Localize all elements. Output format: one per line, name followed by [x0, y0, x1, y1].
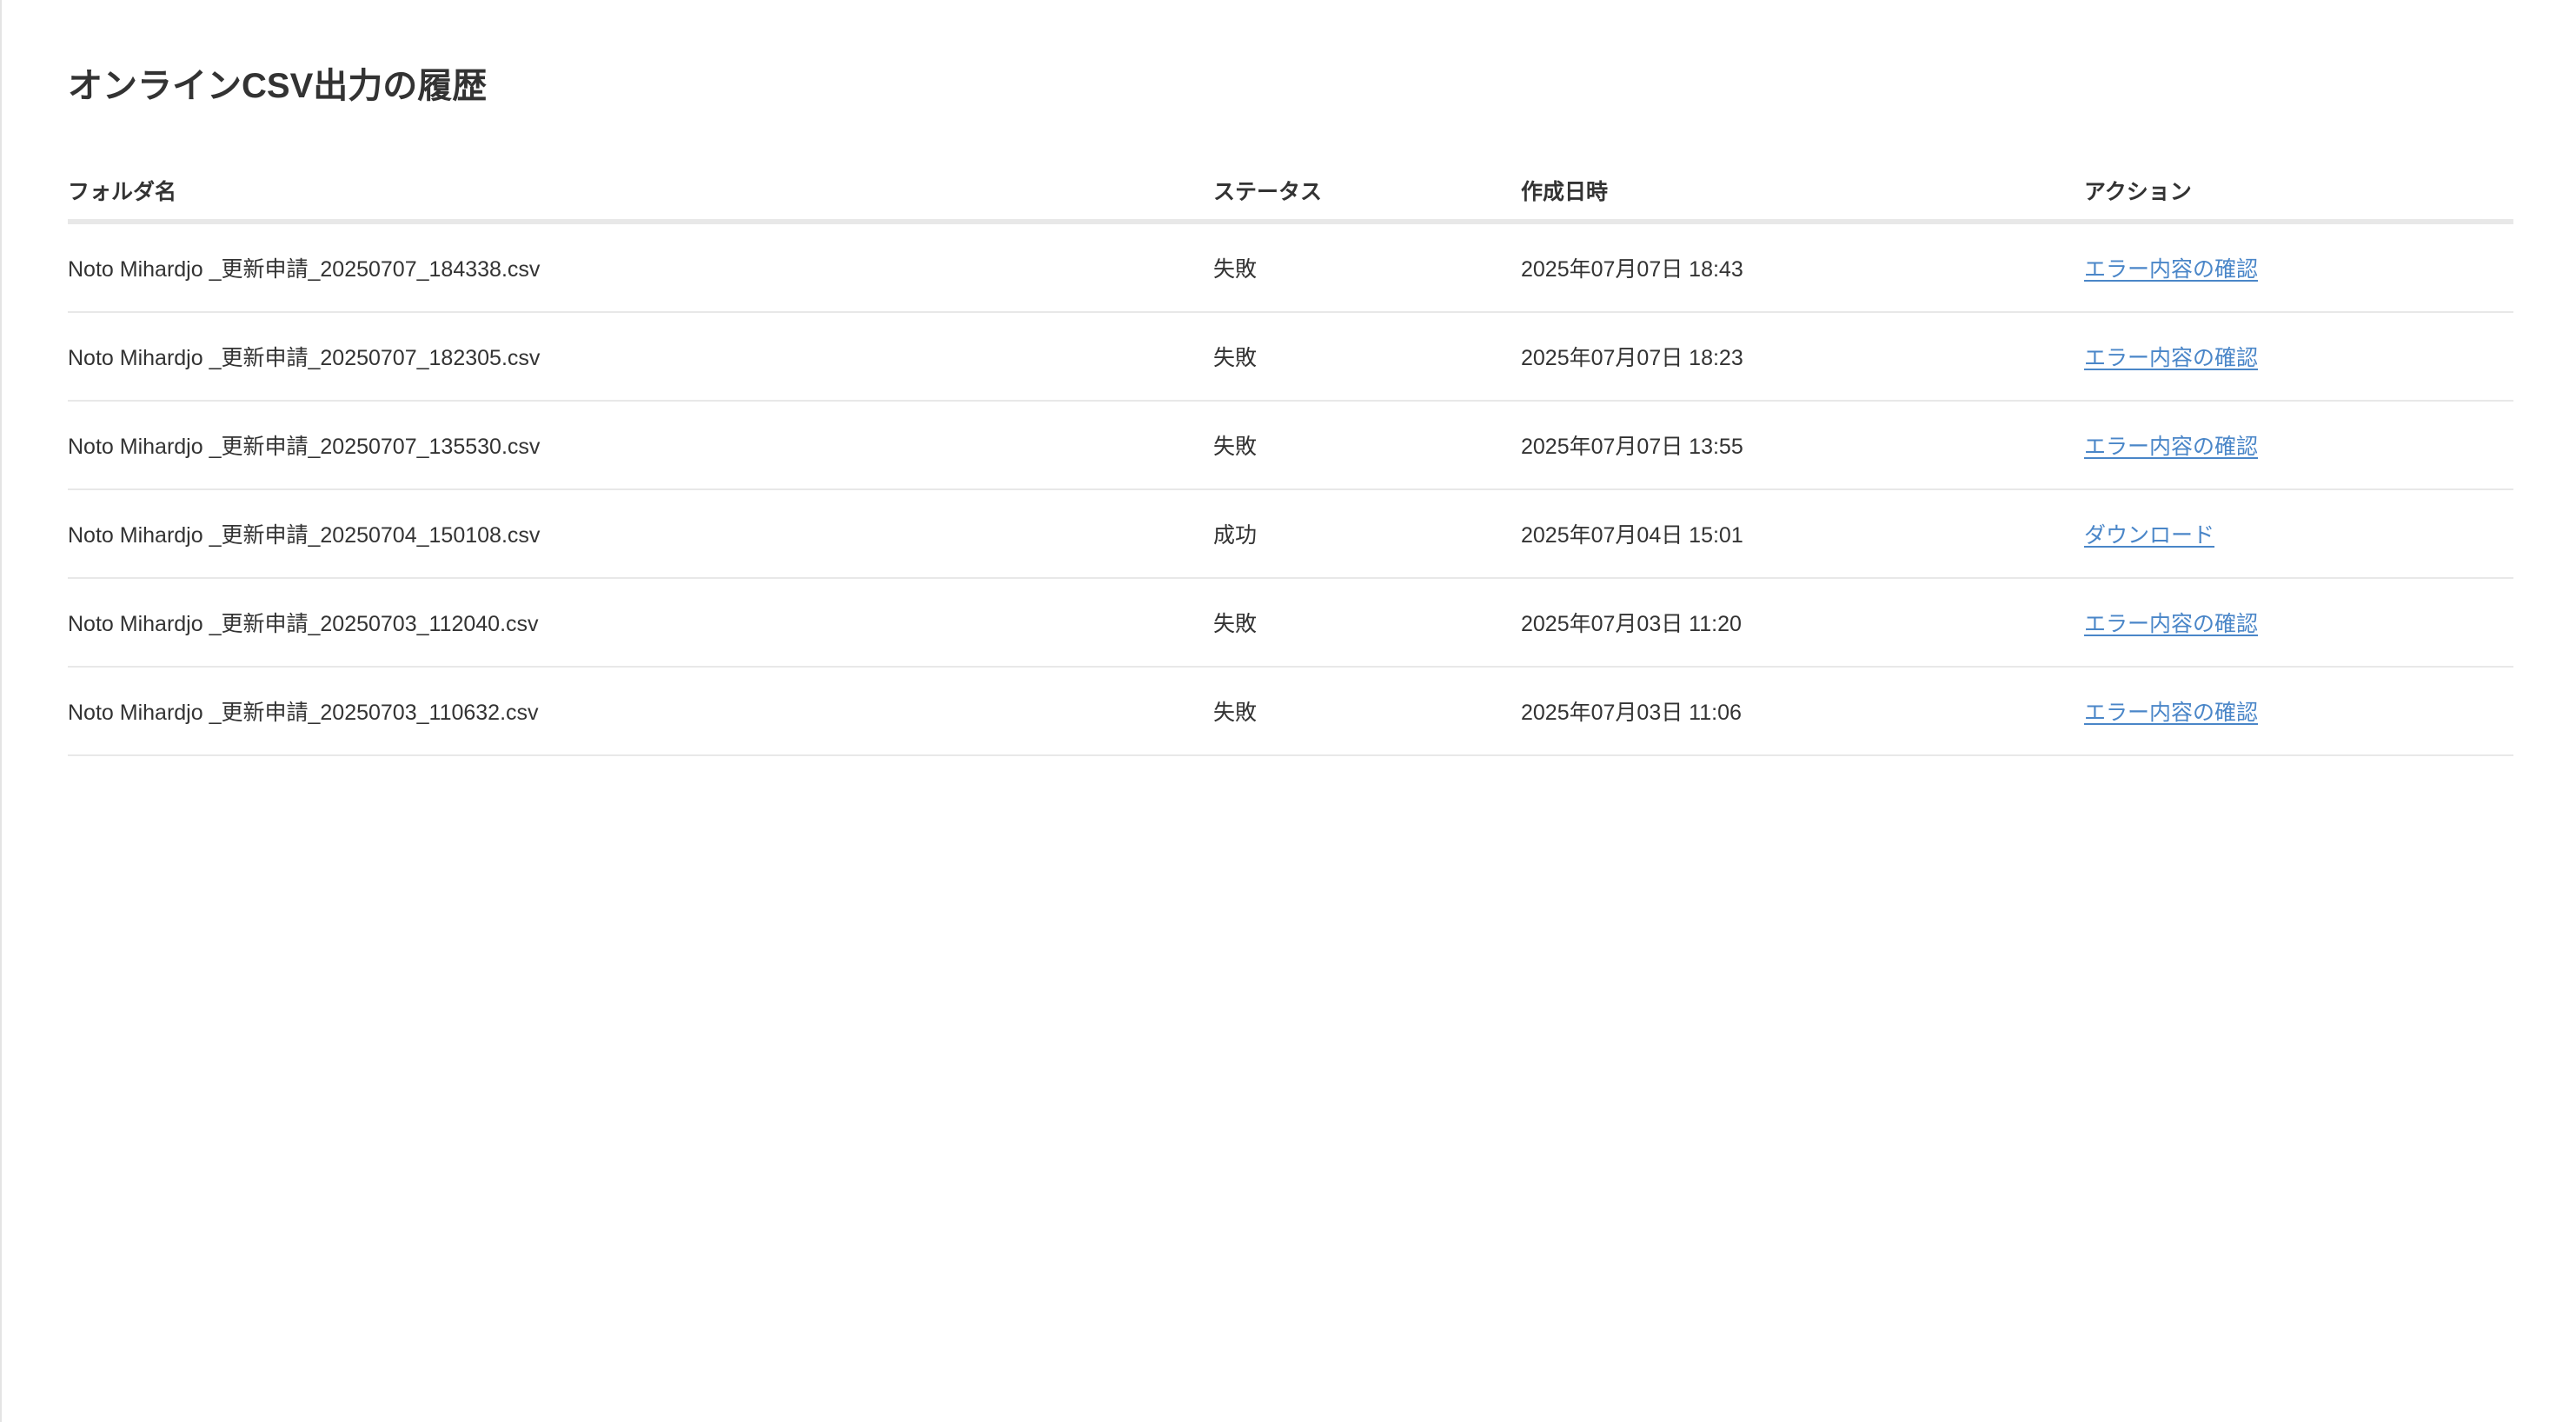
csv-history-table: フォルダ名 ステータス 作成日時 アクション Noto Mihardjo _更新… — [68, 162, 2513, 756]
table-row: Noto Mihardjo _更新申請_20250703_112040.csv … — [68, 578, 2513, 668]
column-header-status: ステータス — [1213, 162, 1521, 224]
table-body: Noto Mihardjo _更新申請_20250707_184338.csv … — [68, 222, 2513, 756]
action-cell: ダウンロード — [2084, 489, 2513, 579]
status-cell: 失敗 — [1213, 222, 1521, 313]
folder-name-cell: Noto Mihardjo _更新申請_20250707_135530.csv — [68, 401, 1213, 490]
check-error-link[interactable]: エラー内容の確認 — [2084, 612, 2258, 636]
check-error-link[interactable]: エラー内容の確認 — [2084, 346, 2258, 370]
folder-name-cell: Noto Mihardjo _更新申請_20250703_110632.csv — [68, 667, 1213, 756]
column-header-date: 作成日時 — [1521, 162, 2084, 224]
table-row: Noto Mihardjo _更新申請_20250707_182305.csv … — [68, 312, 2513, 402]
action-cell: エラー内容の確認 — [2084, 401, 2513, 490]
table-header: フォルダ名 ステータス 作成日時 アクション — [68, 162, 2513, 224]
status-cell: 失敗 — [1213, 312, 1521, 402]
created-date-cell: 2025年07月03日 11:20 — [1521, 578, 2084, 668]
created-date-cell: 2025年07月04日 15:01 — [1521, 489, 2084, 579]
action-cell: エラー内容の確認 — [2084, 578, 2513, 668]
download-link[interactable]: ダウンロード — [2084, 523, 2214, 548]
table-row: Noto Mihardjo _更新申請_20250707_135530.csv … — [68, 401, 2513, 490]
table-header-row: フォルダ名 ステータス 作成日時 アクション — [68, 162, 2513, 224]
status-cell: 失敗 — [1213, 401, 1521, 490]
check-error-link[interactable]: エラー内容の確認 — [2084, 701, 2258, 725]
folder-name-cell: Noto Mihardjo _更新申請_20250707_182305.csv — [68, 312, 1213, 402]
folder-name-cell: Noto Mihardjo _更新申請_20250703_112040.csv — [68, 578, 1213, 668]
action-cell: エラー内容の確認 — [2084, 222, 2513, 313]
folder-name-cell: Noto Mihardjo _更新申請_20250707_184338.csv — [68, 222, 1213, 313]
check-error-link[interactable]: エラー内容の確認 — [2084, 257, 2258, 282]
created-date-cell: 2025年07月07日 18:23 — [1521, 312, 2084, 402]
status-cell: 成功 — [1213, 489, 1521, 579]
action-cell: エラー内容の確認 — [2084, 312, 2513, 402]
table-row: Noto Mihardjo _更新申請_20250707_184338.csv … — [68, 222, 2513, 313]
check-error-link[interactable]: エラー内容の確認 — [2084, 435, 2258, 459]
status-cell: 失敗 — [1213, 667, 1521, 756]
folder-name-cell: Noto Mihardjo _更新申請_20250704_150108.csv — [68, 489, 1213, 579]
created-date-cell: 2025年07月07日 18:43 — [1521, 222, 2084, 313]
column-header-folder: フォルダ名 — [68, 162, 1213, 224]
created-date-cell: 2025年07月03日 11:06 — [1521, 667, 2084, 756]
table-row: Noto Mihardjo _更新申請_20250703_110632.csv … — [68, 667, 2513, 756]
csv-history-page: オンラインCSV出力の履歴 フォルダ名 ステータス 作成日時 アクション Not… — [2, 0, 2576, 756]
table-row: Noto Mihardjo _更新申請_20250704_150108.csv … — [68, 489, 2513, 579]
status-cell: 失敗 — [1213, 578, 1521, 668]
page-title: オンラインCSV出力の履歴 — [68, 67, 488, 105]
created-date-cell: 2025年07月07日 13:55 — [1521, 401, 2084, 490]
column-header-action: アクション — [2084, 162, 2513, 224]
action-cell: エラー内容の確認 — [2084, 667, 2513, 756]
